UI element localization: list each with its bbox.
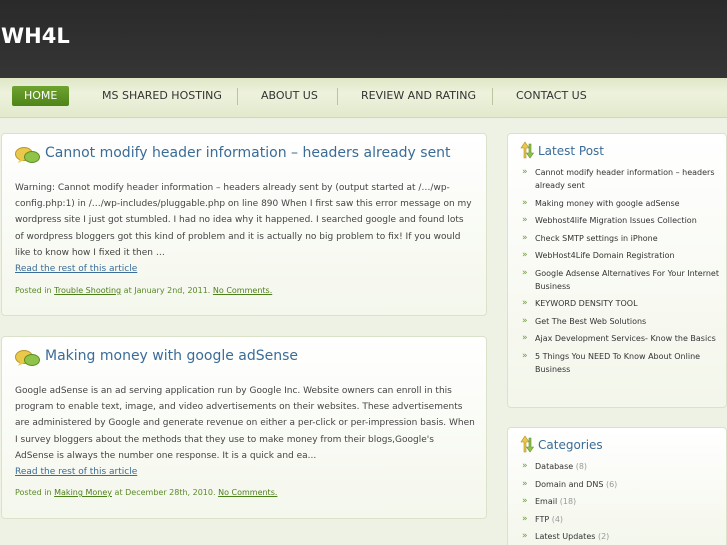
category-item[interactable]: Domain and DNS (6) [522,478,722,491]
category-name[interactable]: Latest Updates [535,532,595,541]
list-item[interactable]: Making money with google adSense [522,197,722,210]
post-excerpt-text: Google adSense is an ad serving applicat… [15,386,475,461]
nav-item-about-us[interactable]: ABOUT US [261,86,318,106]
list-item[interactable]: Check SMTP settings in iPhone [522,232,722,245]
widget-title: Latest Post [538,144,605,158]
post-excerpt-text: Warning: Cannot modify header informatio… [15,183,472,258]
nav-item-home[interactable]: HOME [12,86,70,106]
nav-item-ms-shared-hosting[interactable]: MS SHARED HOSTING [102,86,222,106]
post-category-link[interactable]: Trouble Shooting [54,286,121,295]
site-title[interactable]: WH4L [1,24,70,48]
nav-separator [337,88,338,105]
category-count: (4) [551,514,564,524]
post-meta: Posted in Making Money at December 28th,… [15,488,277,497]
arrows-icon [520,141,535,159]
category-item[interactable]: Database (8) [522,460,722,473]
post-title[interactable]: Making money with google adSense [45,348,298,364]
post-date: at January 2nd, 2011. [123,286,211,295]
category-name[interactable]: Domain and DNS [535,480,603,489]
category-count: (18) [559,497,577,506]
category-item[interactable]: FTP (4) [522,513,722,526]
post-excerpt: Warning: Cannot modify header informatio… [15,180,475,277]
speech-bubbles-icon [15,350,40,366]
list-item[interactable]: Cannot modify header information – heade… [522,166,722,192]
widget-title: Categories [538,438,603,452]
nav-item-contact-us[interactable]: CONTACT US [516,86,587,106]
list-item[interactable]: 5 Things You NEED To Know About Online B… [522,350,722,376]
post-comments-link[interactable]: No Comments. [213,286,272,295]
category-item[interactable]: Latest Updates (2) [522,530,722,543]
category-name[interactable]: FTP [535,515,549,524]
nav-separator [492,88,493,105]
latest-posts-list: Cannot modify header information – heade… [522,166,722,380]
category-item[interactable]: Email (18) [522,495,722,508]
list-item[interactable]: Webhost4life Migration Issues Collection [522,214,722,227]
post-meta-label: Posted in [15,286,52,295]
post-meta: Posted in Trouble Shooting at January 2n… [15,286,272,295]
category-count: (8) [575,462,588,471]
site-header: WH4L [0,0,727,78]
list-item[interactable]: Google Adsense Alternatives For Your Int… [522,267,722,293]
nav-item-review-and-rating[interactable]: REVIEW AND RATING [361,86,476,106]
category-name[interactable]: Database [535,462,573,471]
list-item[interactable]: Ajax Development Services- Know the Basi… [522,332,722,345]
categories-list: Database (8) Domain and DNS (6) Email (1… [522,460,722,545]
post-meta-label: Posted in [15,488,52,497]
post-title[interactable]: Cannot modify header information – heade… [45,145,451,161]
latest-posts-widget: Latest Post Cannot modify header informa… [507,133,727,408]
read-more-link[interactable]: Read the rest of this article [15,261,475,277]
list-item[interactable]: WebHost4Life Domain Registration [522,249,722,262]
post: Cannot modify header information – heade… [1,133,487,316]
post-category-link[interactable]: Making Money [54,488,112,497]
post-excerpt: Google adSense is an ad serving applicat… [15,383,475,480]
main-nav: HOME MS SHARED HOSTING ABOUT US REVIEW A… [0,78,727,118]
speech-bubbles-icon [15,147,40,163]
read-more-link[interactable]: Read the rest of this article [15,464,475,480]
category-count: (2) [597,532,610,541]
nav-separator [237,88,238,105]
post-date: at December 28th, 2010. [114,488,216,497]
category-name[interactable]: Email [535,497,557,506]
post: Making money with google adSense Google … [1,336,487,519]
post-comments-link[interactable]: No Comments. [218,488,277,497]
arrows-icon [520,435,535,453]
list-item[interactable]: KEYWORD DENSITY TOOL [522,297,722,310]
list-item[interactable]: Get The Best Web Solutions [522,315,722,328]
categories-widget: Categories Database (8) Domain and DNS (… [507,427,727,545]
category-count: (6) [605,479,618,489]
